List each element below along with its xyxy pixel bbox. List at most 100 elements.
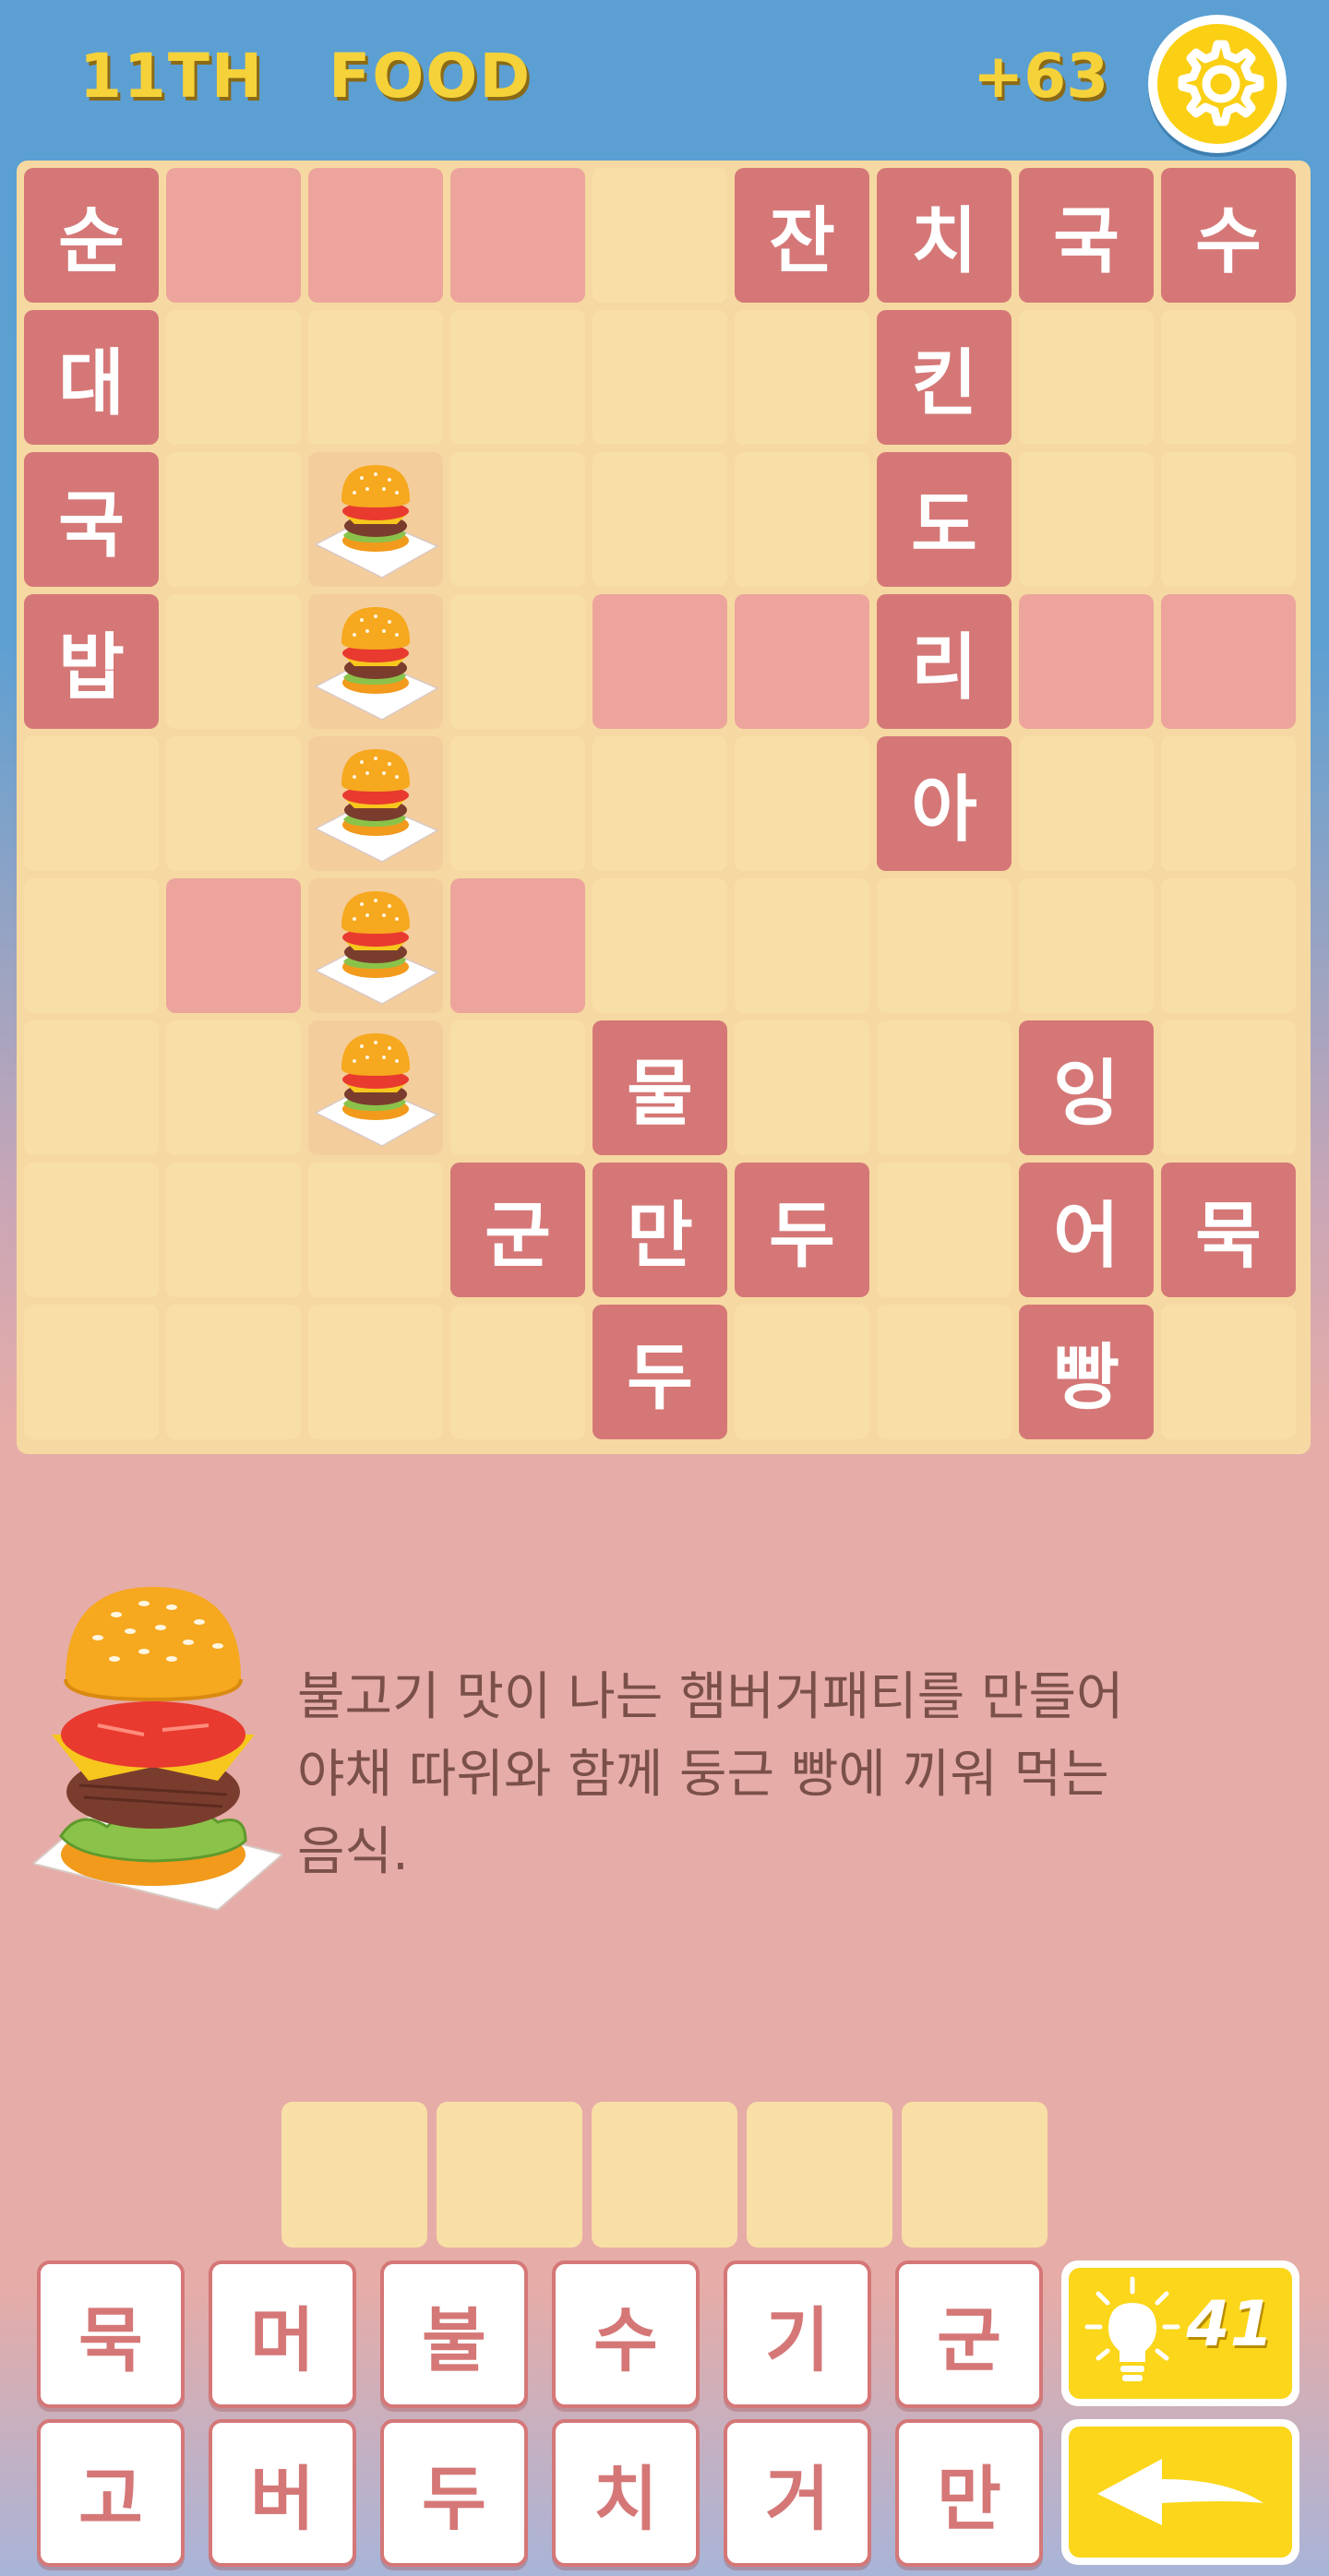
letter-key[interactable]: 불 [380, 2260, 528, 2408]
empty-cell [1161, 1020, 1296, 1155]
hamburger-icon [314, 465, 439, 578]
empty-cell [308, 310, 443, 445]
answer-slot[interactable] [437, 2102, 582, 2248]
hamburger-icon [33, 1587, 282, 1912]
empty-cell [24, 1020, 159, 1155]
active-word-cell[interactable] [308, 878, 443, 1013]
letter-cell: 아 [877, 736, 1012, 871]
hamburger-icon [314, 891, 439, 1005]
level-title: 11TH FOOD [79, 41, 596, 112]
letter-cell: 잉 [1019, 1020, 1154, 1155]
blank-cell [450, 168, 585, 303]
blank-cell [450, 878, 585, 1013]
letter-cell: 국 [24, 452, 159, 587]
hamburger-icon [314, 607, 439, 721]
letter-cell: 어 [1019, 1163, 1154, 1297]
letter-cell: 두 [593, 1305, 727, 1439]
empty-cell [877, 1305, 1012, 1439]
empty-cell [450, 1020, 585, 1155]
hamburger-icon [314, 749, 439, 863]
empty-cell [593, 168, 727, 303]
empty-cell [24, 1305, 159, 1439]
empty-cell [593, 310, 727, 445]
empty-cell [166, 736, 301, 871]
empty-cell [877, 878, 1012, 1013]
empty-cell [1019, 736, 1154, 871]
hint-button[interactable]: 41 [1061, 2260, 1299, 2406]
letter-key[interactable]: 거 [724, 2419, 871, 2567]
blank-cell [308, 168, 443, 303]
empty-cell [877, 1163, 1012, 1297]
letter-key[interactable]: 묵 [37, 2260, 185, 2408]
empty-cell [450, 594, 585, 729]
clue-line: 야채 따위와 함께 둥근 빵에 끼워 먹는 [297, 1745, 1109, 1805]
letter-key[interactable]: 두 [380, 2419, 528, 2567]
empty-cell [450, 1305, 585, 1439]
empty-cell [735, 878, 869, 1013]
blank-cell [735, 594, 869, 729]
letter-cell: 리 [877, 594, 1012, 729]
empty-cell [166, 1020, 301, 1155]
gear-icon [1178, 40, 1264, 126]
empty-cell [166, 1163, 301, 1297]
answer-slot[interactable] [592, 2102, 737, 2248]
letter-cell: 빵 [1019, 1305, 1154, 1439]
letter-cell: 대 [24, 310, 159, 445]
letter-key[interactable]: 머 [209, 2260, 356, 2408]
letter-cell: 도 [877, 452, 1012, 587]
settings-button[interactable] [1148, 15, 1287, 153]
letter-key[interactable]: 치 [552, 2419, 700, 2567]
backspace-button[interactable] [1061, 2419, 1299, 2565]
letter-cell: 물 [593, 1020, 727, 1155]
empty-cell [166, 452, 301, 587]
active-word-cell[interactable] [308, 594, 443, 729]
letter-cell: 만 [593, 1163, 727, 1297]
answer-slot[interactable] [747, 2102, 892, 2248]
active-word-cell[interactable] [308, 1020, 443, 1155]
level-number: 11TH [79, 41, 265, 112]
letter-cell: 순 [24, 168, 159, 303]
answer-slot[interactable] [902, 2102, 1048, 2248]
letter-cell: 킨 [877, 310, 1012, 445]
empty-cell [24, 736, 159, 871]
letter-cell: 치 [877, 168, 1012, 303]
empty-cell [450, 310, 585, 445]
empty-cell [308, 1163, 443, 1297]
letter-key[interactable]: 군 [895, 2260, 1043, 2408]
letter-key[interactable]: 기 [724, 2260, 871, 2408]
category-name: FOOD [329, 41, 533, 112]
empty-cell [877, 1020, 1012, 1155]
blank-cell [1161, 594, 1296, 729]
crossword-board: 순잔치국수대킨국도밥리아물잉군만두어묵두빵 [17, 161, 1311, 1454]
active-word-cell[interactable] [308, 736, 443, 871]
clue-description: 불고기 맛이 나는 햄버거패티를 만들어 야채 따위와 함께 둥근 빵에 끼워 … [297, 1659, 1275, 1891]
clue-line: 불고기 맛이 나는 햄버거패티를 만들어 [297, 1667, 1124, 1727]
empty-cell [1161, 310, 1296, 445]
hamburger-icon [314, 1033, 439, 1147]
letter-key[interactable]: 고 [37, 2419, 185, 2567]
blank-cell [593, 594, 727, 729]
letter-cell: 군 [450, 1163, 585, 1297]
letter-cell: 국 [1019, 168, 1154, 303]
letter-cell: 묵 [1161, 1163, 1296, 1297]
empty-cell [1161, 452, 1296, 587]
blank-cell [166, 168, 301, 303]
coin-score: +63 [973, 41, 1109, 112]
back-arrow-icon [1097, 2459, 1263, 2525]
empty-cell [735, 310, 869, 445]
empty-cell [735, 1020, 869, 1155]
answer-slot[interactable] [281, 2102, 427, 2248]
hint-count: 41 [1186, 2288, 1274, 2361]
empty-cell [1161, 736, 1296, 871]
letter-key[interactable]: 수 [552, 2260, 700, 2408]
letter-key[interactable]: 버 [209, 2419, 356, 2567]
header-bar: 11TH FOOD +63 [0, 0, 1329, 162]
empty-cell [1019, 878, 1154, 1013]
active-word-cell[interactable] [308, 452, 443, 587]
empty-cell [450, 736, 585, 871]
empty-cell [166, 1305, 301, 1439]
lightbulb-icon [1084, 2276, 1180, 2381]
letter-key[interactable]: 만 [895, 2419, 1043, 2567]
empty-cell [1161, 878, 1296, 1013]
clue-line: 음식. [297, 1822, 409, 1882]
